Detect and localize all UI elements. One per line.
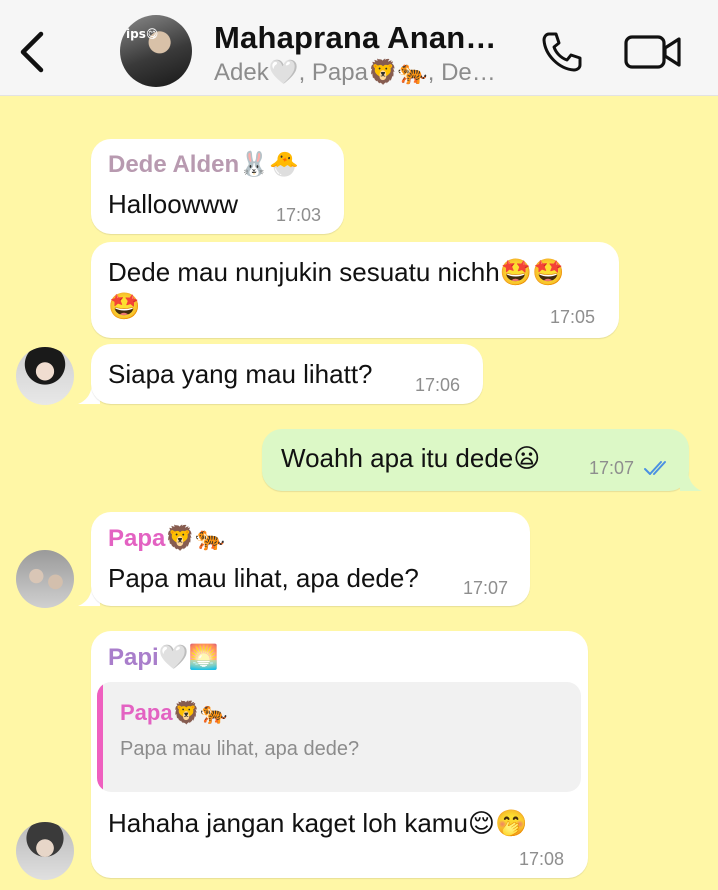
avatar[interactable] — [16, 550, 74, 608]
message-text: Hahaha jangan kaget loh kamu😌🤭 — [108, 808, 528, 838]
message-time: 17:07 — [463, 578, 509, 598]
avatar[interactable] — [16, 347, 74, 405]
message-text: Papa mau lihat, apa dede? — [108, 563, 419, 593]
chat-title[interactable]: Mahaprana Anan… — [214, 20, 497, 56]
avatar[interactable] — [16, 822, 74, 880]
group-avatar[interactable]: ips😋 — [120, 15, 192, 87]
message-time: 17:06 — [415, 375, 461, 395]
quoted-message-text: Papa mau lihat, apa dede? — [120, 738, 360, 760]
sender-name: Papa🦁🐅 — [108, 525, 226, 552]
quoted-sender-name: Papa🦁🐅 — [120, 700, 228, 725]
message-text: Halloowww — [108, 189, 239, 219]
message-text: Woahh apa itu dede😦 — [281, 443, 541, 473]
phone-icon — [542, 32, 582, 72]
message-time: 17:08 — [519, 849, 565, 869]
avatar-sticker-text: ips😋 — [126, 27, 159, 41]
bubble-tail — [680, 469, 702, 491]
chat-members-subtitle[interactable]: Adek🤍, Papa🦁🐅, De… — [214, 58, 496, 87]
sender-name: Dede Alden🐰🐣 — [108, 151, 299, 178]
message-time: 17:05 — [550, 307, 596, 327]
message-text: Siapa yang mau lihatt? — [108, 359, 373, 389]
quote-accent-bar — [97, 682, 103, 792]
sender-name: Papi🤍🌅 — [108, 644, 219, 671]
video-call-button[interactable] — [624, 33, 682, 71]
back-button[interactable] — [14, 28, 50, 76]
message-time: 17:03 — [276, 205, 322, 225]
message-text: Dede mau nunjukin sesuatu nichh🤩🤩 — [108, 257, 565, 287]
chat-header: ips😋 Mahaprana Anan… Adek🤍, Papa🦁🐅, De… — [0, 0, 718, 96]
read-receipt-icon — [644, 461, 666, 475]
video-camera-icon — [624, 35, 681, 69]
back-chevron-icon — [20, 31, 44, 73]
message-time: 17:07 — [589, 458, 635, 478]
quoted-reply[interactable]: Papa🦁🐅 Papa mau lihat, apa dede? — [97, 682, 581, 792]
voice-call-button[interactable] — [540, 30, 584, 74]
message-text-continued: 🤩 — [108, 291, 141, 321]
